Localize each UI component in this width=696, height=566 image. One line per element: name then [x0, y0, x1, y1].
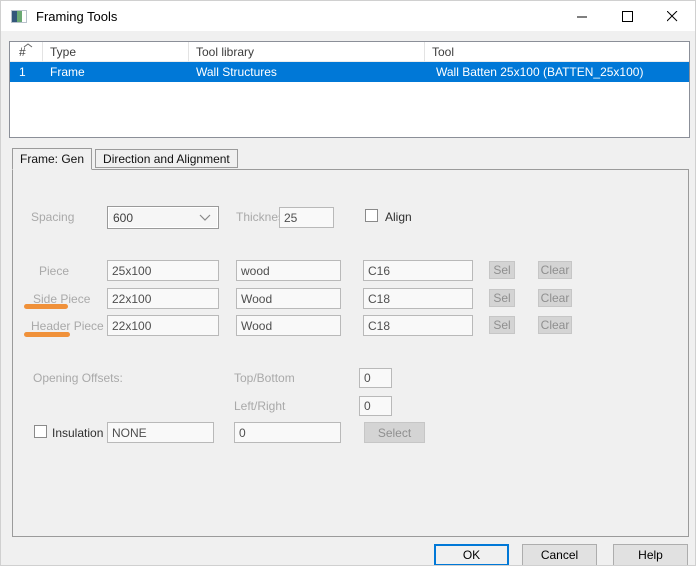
framing-tools-dialog: Framing Tools # Type Tool library Tool 1: [0, 0, 696, 566]
insulation-checkbox[interactable]: [34, 425, 47, 438]
sort-ascending-icon: [23, 43, 33, 48]
column-header-tool-library[interactable]: Tool library: [189, 42, 425, 62]
side-piece-annotation-underline: [24, 304, 68, 309]
tab-direction-and-alignment[interactable]: Direction and Alignment: [95, 149, 238, 168]
insulation-label: Insulation: [52, 426, 103, 441]
close-icon: [667, 11, 678, 22]
spacing-label: Spacing: [31, 210, 74, 225]
insulation-amount-input[interactable]: [234, 422, 341, 443]
spacing-value: 600: [113, 211, 133, 225]
close-button[interactable]: [650, 1, 695, 31]
minimize-button[interactable]: [560, 1, 605, 31]
left-right-input[interactable]: [359, 396, 392, 416]
opening-offsets-label: Opening Offsets:: [33, 371, 123, 386]
piece-clear-button[interactable]: Clear: [538, 261, 572, 279]
ok-button[interactable]: OK: [434, 544, 509, 566]
left-right-label: Left/Right: [234, 399, 285, 414]
cancel-button[interactable]: Cancel: [522, 544, 597, 566]
header-piece-size-input[interactable]: [107, 315, 219, 336]
piece-sel-button[interactable]: Sel: [489, 261, 515, 279]
insulation-select-button[interactable]: Select: [364, 422, 425, 443]
header-piece-sel-button[interactable]: Sel: [489, 316, 515, 334]
title-bar: Framing Tools: [1, 1, 695, 31]
column-header-tool[interactable]: Tool: [425, 42, 689, 62]
align-checkbox[interactable]: [365, 209, 378, 222]
minimize-icon: [577, 11, 588, 22]
maximize-button[interactable]: [605, 1, 650, 31]
side-piece-sel-button[interactable]: Sel: [489, 289, 515, 307]
thickness-input[interactable]: [279, 207, 334, 228]
tab-strip: Frame: Gen Direction and Alignment: [12, 148, 238, 169]
header-piece-clear-button[interactable]: Clear: [538, 316, 572, 334]
help-button[interactable]: Help: [613, 544, 688, 566]
window-title: Framing Tools: [36, 9, 117, 24]
maximize-icon: [622, 11, 633, 22]
tab-frame-gen[interactable]: Frame: Gen: [12, 148, 92, 170]
insulation-type-input[interactable]: [107, 422, 214, 443]
side-piece-size-input[interactable]: [107, 288, 219, 309]
column-header-type[interactable]: Type: [43, 42, 189, 62]
chevron-down-icon: [199, 214, 211, 221]
side-piece-material-input[interactable]: [236, 288, 341, 309]
tool-table-header: # Type Tool library Tool: [10, 42, 689, 62]
column-header-number[interactable]: #: [10, 42, 43, 62]
side-piece-clear-button[interactable]: Clear: [538, 289, 572, 307]
header-piece-grade-input[interactable]: [363, 315, 473, 336]
align-label: Align: [385, 210, 412, 225]
piece-size-input[interactable]: [107, 260, 219, 281]
spacing-select[interactable]: 600: [107, 206, 219, 229]
piece-grade-input[interactable]: [363, 260, 473, 281]
app-icon: [11, 10, 27, 23]
header-piece-annotation-underline: [24, 332, 70, 337]
top-bottom-label: Top/Bottom: [234, 371, 295, 386]
table-row[interactable]: 1 Frame Wall Structures Wall Batten 25x1…: [10, 62, 689, 82]
side-piece-grade-input[interactable]: [363, 288, 473, 309]
header-piece-material-input[interactable]: [236, 315, 341, 336]
piece-label: Piece: [39, 264, 69, 279]
tool-table: # Type Tool library Tool 1 Frame Wall St…: [9, 41, 690, 138]
top-bottom-input[interactable]: [359, 368, 392, 388]
piece-material-input[interactable]: [236, 260, 341, 281]
